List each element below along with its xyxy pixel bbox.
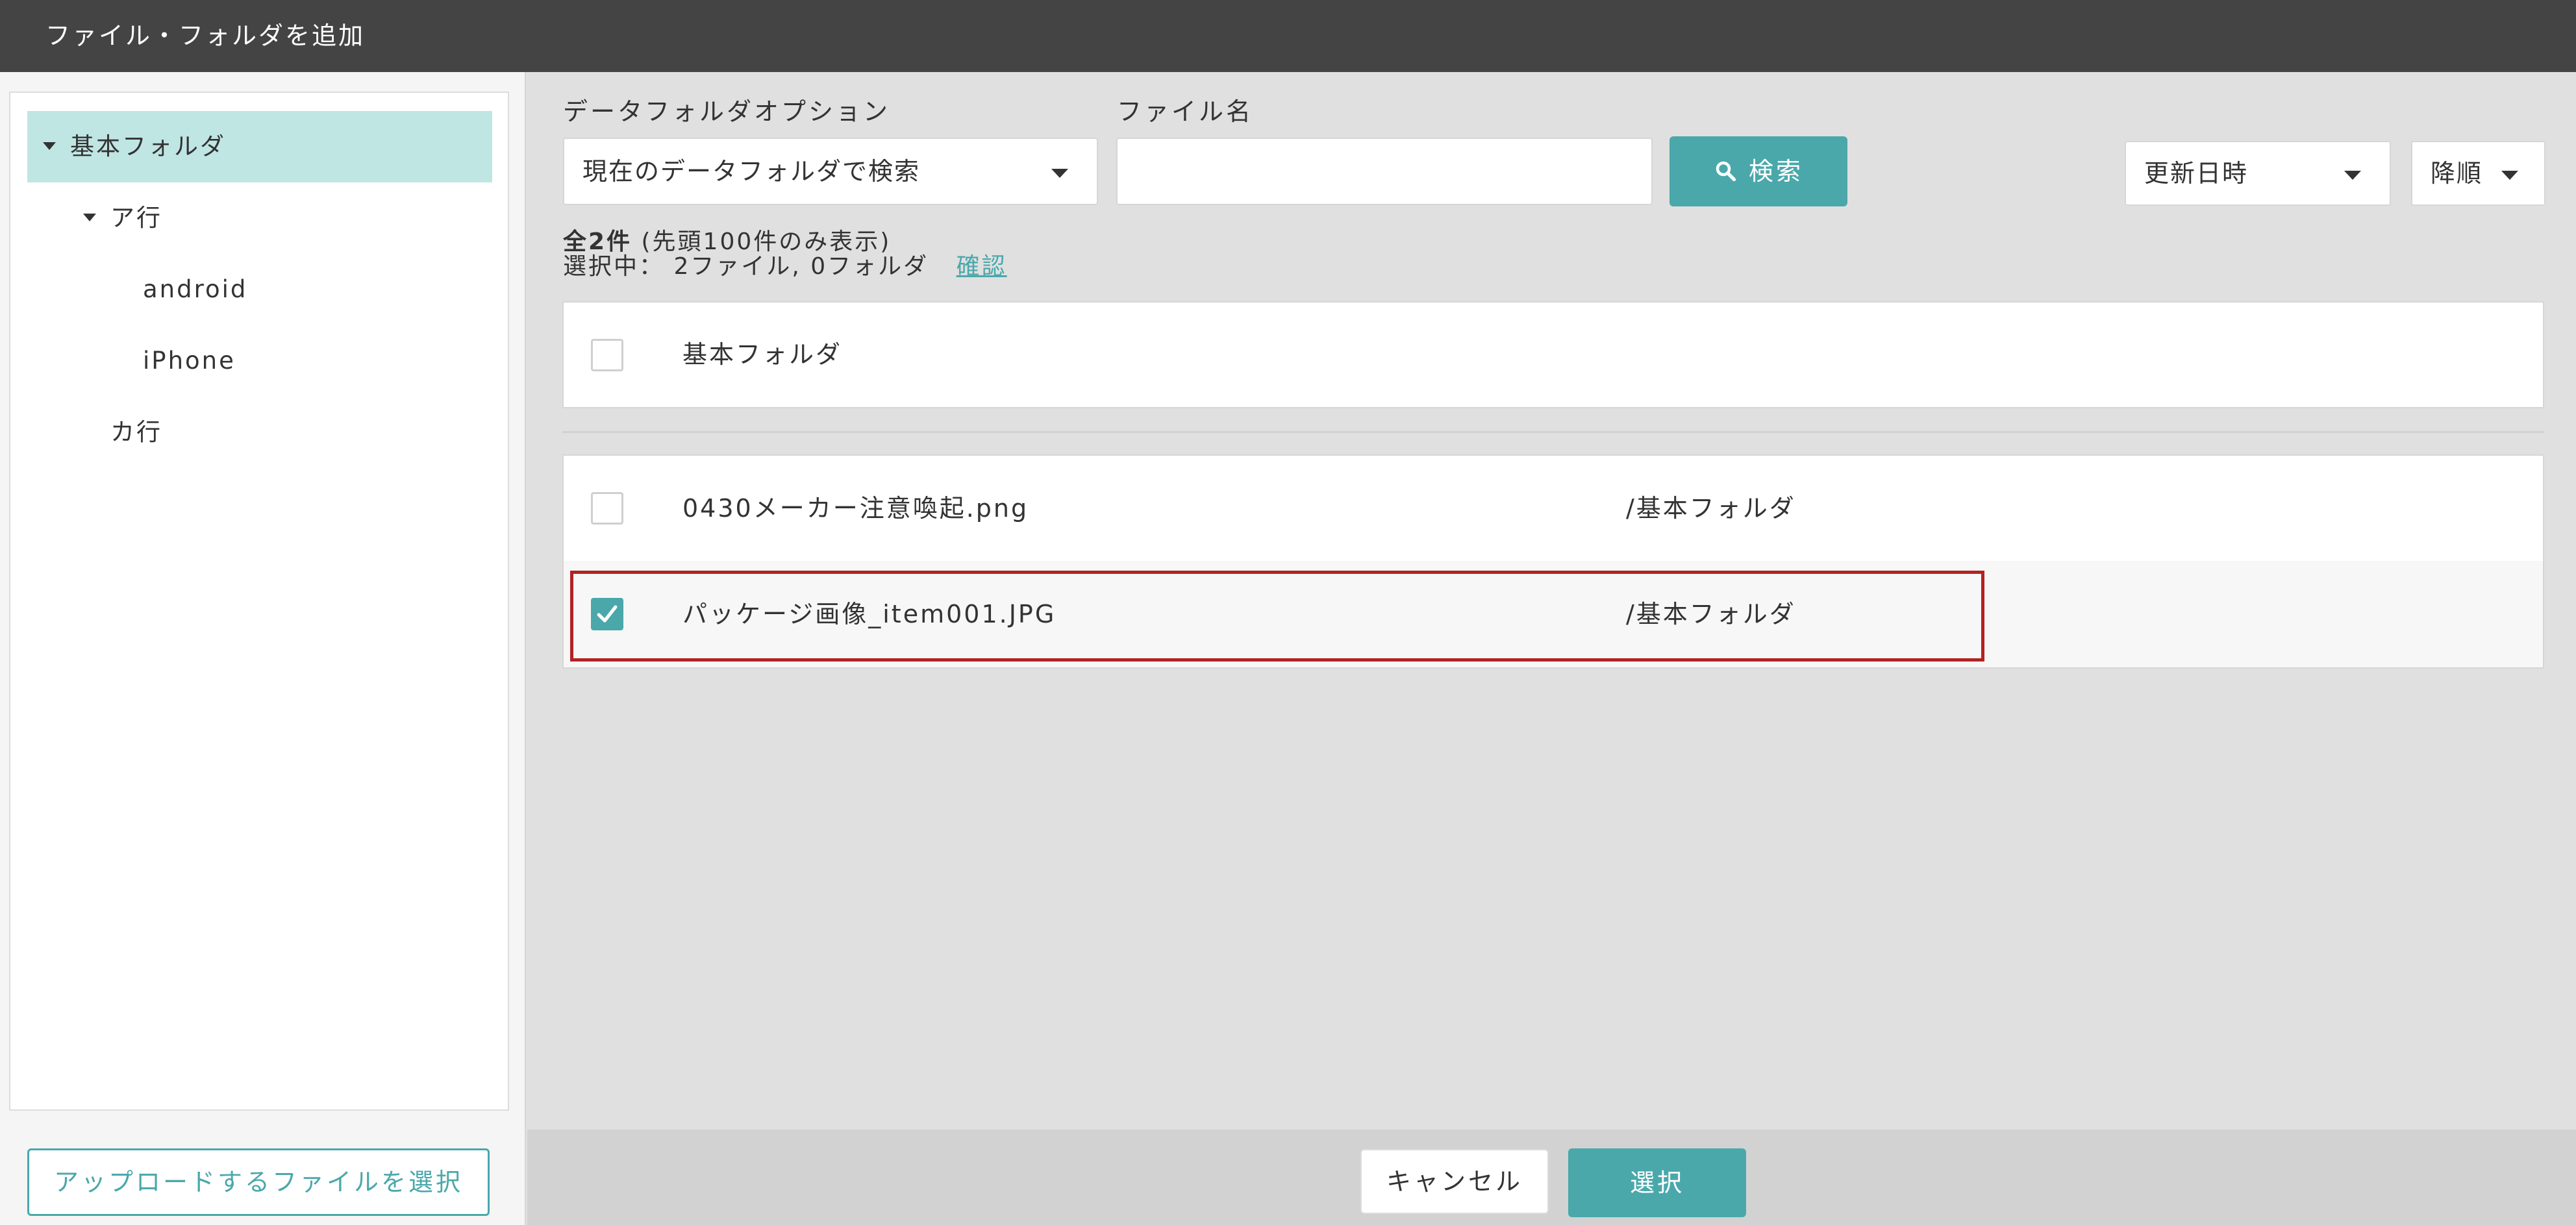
tree-item-android[interactable]: android	[27, 254, 492, 325]
caret-down-icon[interactable]	[43, 142, 56, 150]
file-path: /基本フォルダ	[1626, 600, 1796, 628]
selection-summary: 選択中： 2ファイル, 0フォルダ	[563, 253, 929, 280]
dialog-title: ファイル・フォルダを追加	[45, 21, 366, 50]
tree-item-label: android	[143, 275, 248, 303]
search-icon	[1716, 161, 1736, 181]
tree-item-label: iPhone	[143, 347, 236, 375]
filename-input[interactable]	[1116, 138, 1653, 205]
tree-item-kihon-folder[interactable]: 基本フォルダ	[27, 111, 492, 182]
search-button-label: 検索	[1748, 157, 1803, 186]
tree-item-label: ア行	[110, 204, 162, 232]
filename-label: ファイル名	[1117, 97, 1254, 126]
dropdown-arrow-icon	[2501, 171, 2518, 180]
file-name: パッケージ画像_item001.JPG	[682, 600, 1057, 628]
check-icon	[597, 605, 618, 623]
folder-sidebar: 基本フォルダ ア行 android iPhone カ行 アップロードするファイル…	[0, 72, 526, 1225]
search-button[interactable]: 検索	[1669, 136, 1847, 206]
sort-order-select[interactable]: 降順	[2411, 141, 2545, 206]
main-panel: データフォルダオプション 現在のデータフォルダで検索 ファイル名 検索 更新日時…	[527, 72, 2576, 1225]
file-row[interactable]: 0430メーカー注意喚起.png /基本フォルダ	[564, 456, 2543, 561]
sort-field-select[interactable]: 更新日時	[2125, 141, 2391, 206]
folder-row[interactable]: 基本フォルダ	[564, 303, 2543, 407]
sort-field-value: 更新日時	[2144, 159, 2249, 188]
tree-item-label: カ行	[110, 418, 162, 446]
confirm-link[interactable]: 確認	[957, 253, 1007, 280]
folder-option-label: データフォルダオプション	[563, 97, 891, 126]
tree-item-ka-row[interactable]: カ行	[27, 397, 492, 468]
dialog-footer: キャンセル 選択	[527, 1130, 2576, 1225]
file-checkbox[interactable]	[591, 598, 623, 630]
caret-down-icon[interactable]	[83, 213, 96, 221]
folder-option-value: 現在のデータフォルダで検索	[582, 157, 921, 186]
file-path: /基本フォルダ	[1626, 494, 1796, 523]
sort-order-value: 降順	[2431, 159, 2483, 188]
folder-name: 基本フォルダ	[682, 340, 843, 369]
selection-summary-line: 選択中： 2ファイル, 0フォルダ 確認	[563, 247, 1007, 281]
folder-list: 基本フォルダ	[562, 301, 2544, 408]
file-list: 0430メーカー注意喚起.png /基本フォルダ パッケージ画像_item001…	[562, 454, 2544, 669]
dropdown-arrow-icon	[2344, 171, 2361, 180]
file-row[interactable]: パッケージ画像_item001.JPG /基本フォルダ	[564, 561, 2543, 667]
select-button[interactable]: 選択	[1568, 1148, 1746, 1217]
file-name: 0430メーカー注意喚起.png	[682, 494, 1029, 523]
upload-file-button[interactable]: アップロードするファイルを選択	[27, 1148, 490, 1216]
tree-item-a-row[interactable]: ア行	[27, 182, 492, 254]
file-checkbox[interactable]	[591, 492, 623, 525]
cancel-button[interactable]: キャンセル	[1360, 1149, 1549, 1214]
tree-item-label: 基本フォルダ	[70, 132, 226, 160]
dropdown-arrow-icon	[1051, 169, 1068, 178]
folder-option-select[interactable]: 現在のデータフォルダで検索	[563, 138, 1098, 205]
dialog-title-bar: ファイル・フォルダを追加	[0, 0, 2576, 72]
tree-item-iphone[interactable]: iPhone	[27, 325, 492, 397]
list-divider	[562, 431, 2544, 433]
folder-tree: 基本フォルダ ア行 android iPhone カ行	[9, 92, 509, 1111]
folder-checkbox[interactable]	[591, 339, 623, 371]
